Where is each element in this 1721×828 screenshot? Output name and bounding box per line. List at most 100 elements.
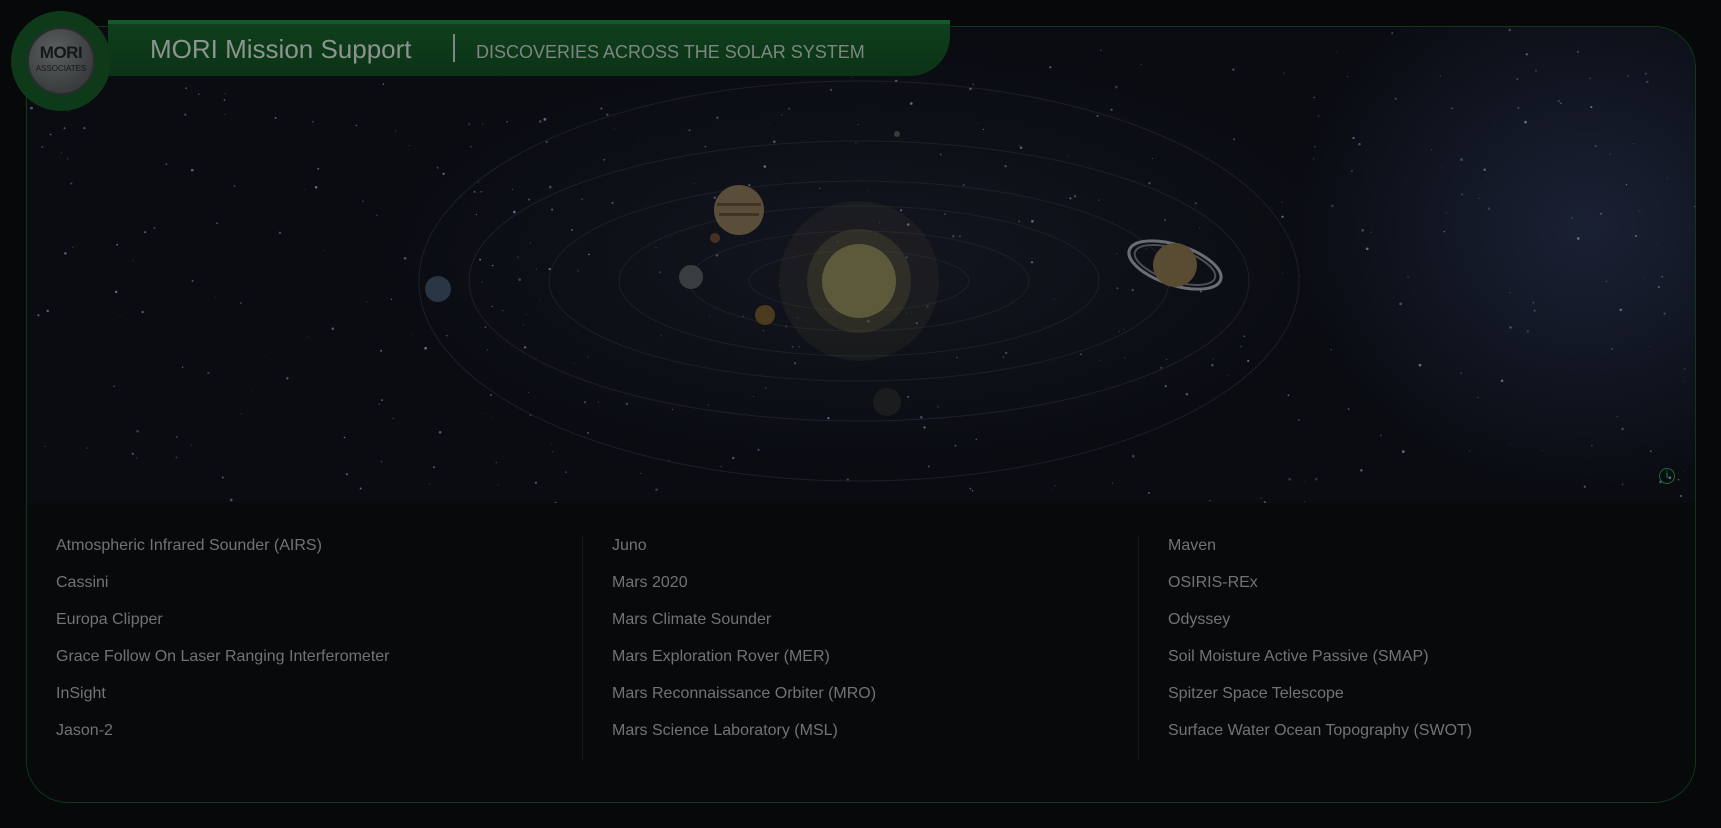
star <box>185 87 187 89</box>
star <box>1401 450 1405 453</box>
mission-link[interactable]: Maven <box>1168 535 1688 572</box>
mission-link[interactable]: Grace Follow On Laser Ranging Interferom… <box>56 646 576 683</box>
star <box>317 167 320 170</box>
star <box>1632 143 1635 145</box>
star <box>1500 379 1504 383</box>
star <box>1460 158 1463 161</box>
star <box>528 198 530 201</box>
star <box>1243 335 1246 337</box>
mission-link[interactable]: Atmospheric Infrared Sounder (AIRS) <box>56 535 576 572</box>
star <box>1018 145 1020 146</box>
star <box>184 113 187 116</box>
star <box>937 406 939 408</box>
mission-link[interactable]: Spitzer Space Telescope <box>1168 683 1688 720</box>
star <box>565 471 567 473</box>
star <box>1460 372 1462 374</box>
star <box>551 208 554 211</box>
star <box>535 268 537 270</box>
mission-link[interactable]: Soil Moisture Active Passive (SMAP) <box>1168 646 1688 683</box>
star <box>597 401 599 403</box>
star <box>1304 480 1306 482</box>
star <box>1391 32 1394 35</box>
star <box>1517 106 1520 109</box>
star <box>840 479 842 481</box>
solar-system-graphic <box>30 28 1695 503</box>
star <box>1656 243 1658 245</box>
star <box>304 189 306 190</box>
star <box>395 130 396 132</box>
mission-link[interactable]: Jason-2 <box>56 720 576 757</box>
star <box>1209 500 1211 502</box>
star <box>1600 212 1602 215</box>
star <box>713 196 717 200</box>
star <box>1351 170 1353 172</box>
star <box>788 107 791 110</box>
star <box>748 184 751 187</box>
star <box>116 243 119 246</box>
star <box>551 443 552 444</box>
star <box>704 145 707 148</box>
star <box>1509 291 1511 294</box>
mission-link[interactable]: Juno <box>612 535 1132 572</box>
star <box>1440 165 1442 167</box>
star <box>86 447 88 449</box>
mission-link[interactable]: InSight <box>56 683 576 720</box>
star <box>175 442 177 444</box>
solar-system-illustration[interactable] <box>27 27 1695 503</box>
star <box>1313 96 1315 99</box>
star <box>1123 328 1125 330</box>
star <box>1124 357 1126 359</box>
info-icon[interactable]: i <box>1659 468 1675 484</box>
star <box>907 396 910 398</box>
star <box>468 123 471 126</box>
mission-link[interactable]: Cassini <box>56 572 576 609</box>
star <box>446 335 448 337</box>
mars <box>710 233 720 243</box>
star <box>971 490 974 492</box>
star <box>552 451 554 453</box>
star <box>1557 100 1560 103</box>
star <box>1314 145 1316 148</box>
mission-link[interactable]: Mars 2020 <box>612 572 1132 609</box>
star <box>1148 182 1151 185</box>
star <box>252 390 254 392</box>
star <box>1260 497 1262 499</box>
star <box>1282 271 1284 273</box>
mission-link[interactable]: Odyssey <box>1168 609 1688 646</box>
site-title[interactable]: MORI Mission Support <box>150 34 412 65</box>
mission-link[interactable]: OSIRIS-REx <box>1168 572 1688 609</box>
star <box>508 144 510 145</box>
star <box>144 231 147 234</box>
star <box>136 429 139 433</box>
company-logo[interactable]: MORI ASSOCIATES <box>27 27 95 95</box>
star <box>1478 197 1480 199</box>
star <box>1140 63 1142 65</box>
star <box>975 438 977 441</box>
jupiter <box>714 185 764 235</box>
star <box>479 258 482 261</box>
star <box>1288 477 1292 481</box>
mission-link[interactable]: Surface Water Ocean Topography (SWOT) <box>1168 720 1688 757</box>
star <box>548 268 551 271</box>
mission-link[interactable]: Mars Science Laboratory (MSL) <box>612 720 1132 757</box>
star <box>131 452 134 455</box>
star <box>311 120 314 123</box>
star <box>1346 76 1348 78</box>
star <box>1634 234 1638 238</box>
star <box>481 281 483 283</box>
star <box>1331 302 1333 303</box>
star <box>541 398 542 399</box>
mission-link[interactable]: Mars Climate Sounder <box>612 609 1132 646</box>
mission-link[interactable]: Mars Exploration Rover (MER) <box>612 646 1132 683</box>
mission-link[interactable]: Mars Reconnaissance Orbiter (MRO) <box>612 683 1132 720</box>
star <box>480 191 483 193</box>
mission-link[interactable]: Europa Clipper <box>56 609 576 646</box>
earth <box>679 265 703 289</box>
star <box>233 185 236 187</box>
star <box>181 366 184 368</box>
star <box>603 159 606 161</box>
star <box>436 166 439 169</box>
star <box>1493 124 1495 125</box>
star <box>1621 427 1624 431</box>
star <box>829 88 833 92</box>
